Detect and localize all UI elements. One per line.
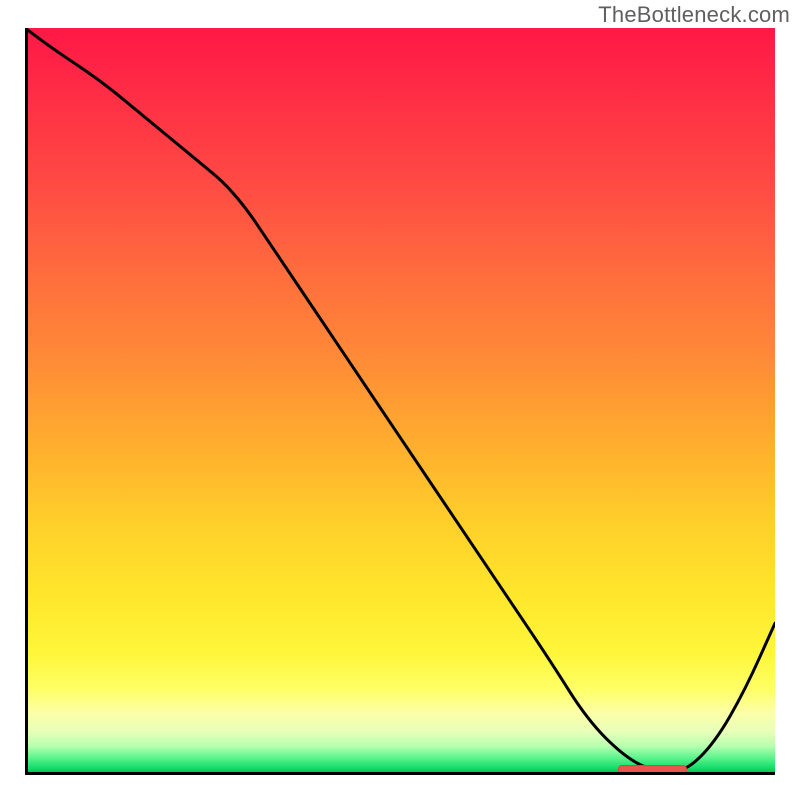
watermark-text: TheBottleneck.com: [598, 2, 790, 28]
bottleneck-curve: [25, 28, 775, 772]
plot-area: [25, 28, 775, 772]
chart-stage: TheBottleneck.com: [0, 0, 800, 800]
curve-path: [25, 28, 775, 772]
y-axis: [25, 28, 28, 775]
x-axis: [25, 772, 775, 775]
